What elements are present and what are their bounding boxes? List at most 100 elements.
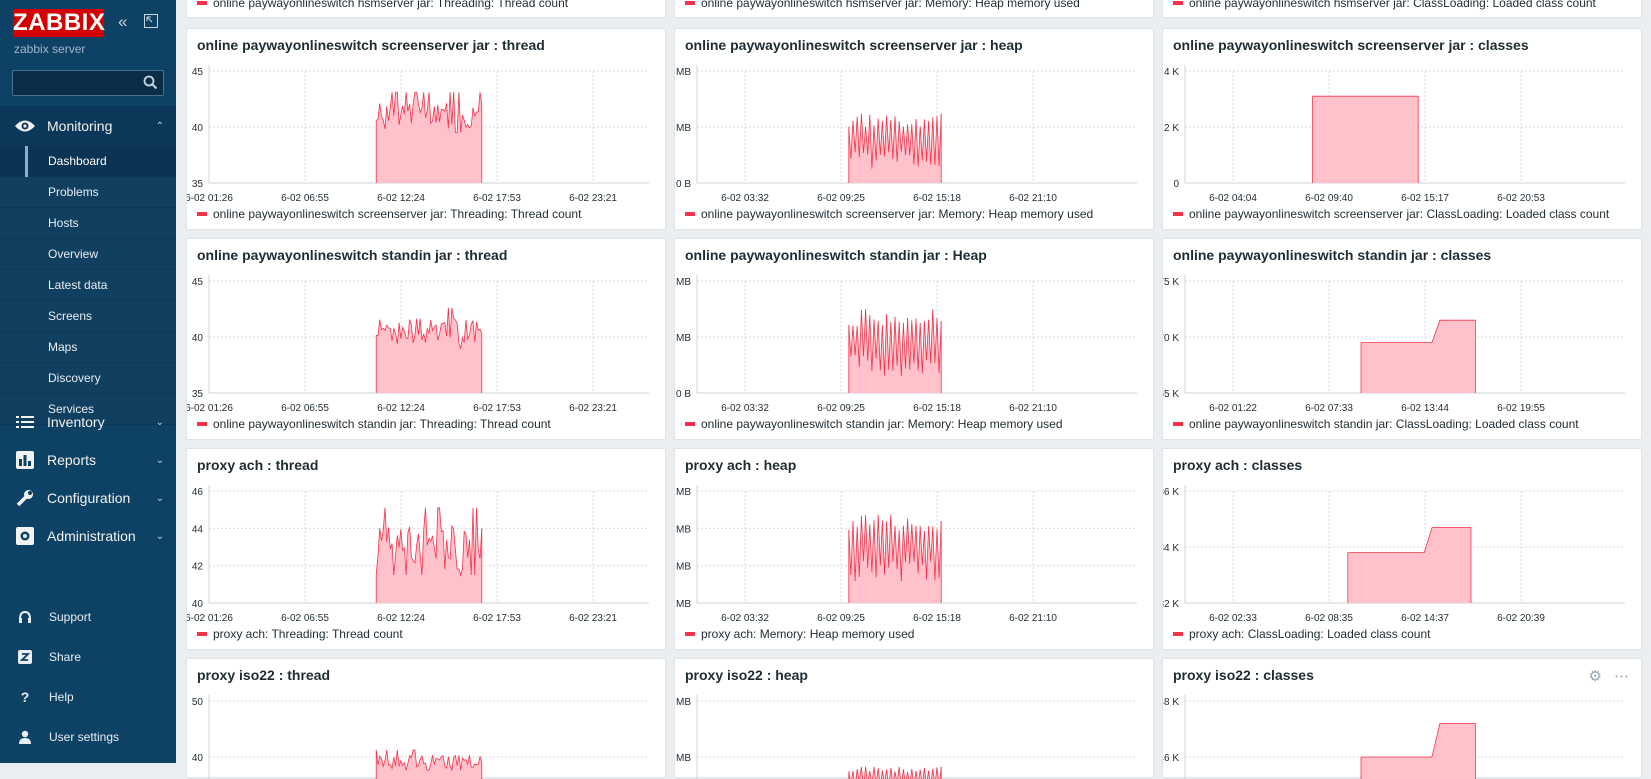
x-tick-label: 6-02 15:18 xyxy=(913,403,961,414)
graph-canvas[interactable]: 50 40 xyxy=(187,659,667,779)
x-tick-label: 6-02 17:53 xyxy=(473,193,521,204)
y-tick-label: 3.170 K xyxy=(1163,333,1179,344)
x-tick-label: 6-02 15:17 xyxy=(1401,193,1449,204)
sidebar-item-discovery[interactable]: Discovery xyxy=(0,363,176,394)
graph-widget[interactable]: proxy ach : classes3.36 K3.34 K3.32 K6-0… xyxy=(1162,448,1642,650)
x-tick-label: 6-02 15:18 xyxy=(913,613,961,624)
menu-inventory[interactable]: Inventory ⌄ xyxy=(0,402,176,442)
legend-label: online paywayonlineswitch hsmserver jar:… xyxy=(213,0,569,10)
search-field[interactable] xyxy=(12,70,164,96)
sidebar-item-maps[interactable]: Maps xyxy=(0,332,176,363)
y-tick-label: 4 K xyxy=(1164,67,1179,78)
y-tick-label: 40 xyxy=(192,333,204,344)
graph-canvas[interactable]: 46 44 42 40 6-02 01:26 6-02 06:55 6-02 12:24 6-… xyxy=(187,449,667,651)
graph-canvas[interactable]: 6.748 K 6.746 K xyxy=(1163,659,1643,779)
y-tick-label: 16 MB xyxy=(675,562,691,573)
graph-widget[interactable]: proxy iso22 : classes⚙⋯6.748 K6.746 K xyxy=(1162,658,1643,779)
graph-legend: online paywayonlineswitch standin jar: T… xyxy=(197,417,551,431)
graph-widget[interactable]: online paywayonlineswitch screenserver j… xyxy=(186,28,666,230)
link-share[interactable]: Share xyxy=(0,637,176,677)
y-tick-label: 32 MB xyxy=(675,277,691,288)
graph-canvas[interactable]: 32 MB 16 MB 0 B 6-02 03:32 6-02 09:25 6-02 15… xyxy=(675,239,1155,441)
menu-administration-label: Administration xyxy=(47,528,136,544)
graph-canvas[interactable]: 3.36 K 3.34 K 3.32 K 6-02 02:33 6-02 08:35 6-… xyxy=(1163,449,1643,651)
legend-swatch xyxy=(197,422,207,426)
graph-widget[interactable]: online paywayonlineswitch screenserver j… xyxy=(674,28,1154,230)
collapse-sidebar-icon[interactable]: « xyxy=(118,13,136,31)
sidebar-item-dashboard[interactable]: Dashboard xyxy=(0,146,176,177)
graph-canvas[interactable]: 32 MB 24 MB 16 MB 8 MB 6-02 03:32 6-02 09:25 6… xyxy=(675,449,1155,651)
graph-widget[interactable]: online paywayonlineswitch standin jar : … xyxy=(1162,238,1642,440)
y-tick-label: 3.165 K xyxy=(1163,389,1179,400)
menu-reports[interactable]: Reports ⌄ xyxy=(0,440,176,480)
menu-reports-label: Reports xyxy=(47,452,97,468)
graph-widget[interactable]: proxy iso22 : thread 50 40 xyxy=(186,658,667,779)
legend-swatch xyxy=(1173,1,1183,5)
legend-label: online paywayonlineswitch hsmserver jar:… xyxy=(701,0,1080,10)
x-tick-label: 6-02 09:25 xyxy=(817,613,865,624)
legend-label: proxy ach: Threading: Thread count xyxy=(213,627,403,641)
legend-label: online paywayonlineswitch standin jar: C… xyxy=(1189,417,1579,431)
sidebar: ZABBIX « zabbix server Monitoring ⌃ Dash… xyxy=(0,0,176,763)
link-user-settings-label: User settings xyxy=(49,730,120,744)
graph-legend: online paywayonlineswitch standin jar: M… xyxy=(685,417,1063,431)
sidebar-item-problems[interactable]: Problems xyxy=(0,177,176,208)
graph-canvas[interactable]: 4 K 2 K 0 6-02 04:04 6-02 09:40 6-02 15:17 6-0… xyxy=(1163,29,1643,231)
sidebar-item-screens[interactable]: Screens xyxy=(0,301,176,332)
search-icon[interactable] xyxy=(143,75,158,95)
graph-widget-partial[interactable]: online paywayonlineswitch hsmserver jar:… xyxy=(186,0,666,18)
link-support[interactable]: Support xyxy=(0,597,176,637)
y-tick-label: 2 K xyxy=(1164,123,1179,134)
graph-canvas[interactable]: 3.175 K 3.170 K 3.165 K 6-02 01:22 6-02 07:3… xyxy=(1163,239,1643,441)
x-tick-label: 6-02 02:33 xyxy=(1209,613,1257,624)
graph-canvas[interactable]: 64 MB 32 MB xyxy=(675,659,1155,779)
sidebar-item-overview[interactable]: Overview xyxy=(0,239,176,270)
menu-configuration[interactable]: Configuration ⌄ xyxy=(0,478,176,518)
graph-legend: proxy ach: Memory: Heap memory used xyxy=(685,627,914,641)
y-tick-label: 46 xyxy=(192,487,204,498)
monitoring-submenu: Dashboard Problems Hosts Overview Latest dat… xyxy=(0,146,176,425)
zabbix-logo[interactable]: ZABBIX xyxy=(13,9,105,37)
x-tick-label: 6-02 21:10 xyxy=(1009,403,1057,414)
graph-legend: online paywayonlineswitch standin jar: C… xyxy=(1173,417,1579,431)
x-tick-label: 6-02 15:18 xyxy=(913,193,961,204)
graph-canvas[interactable]: 32 MB 16 MB 0 B 6-02 03:32 6-02 09:25 6-02 15… xyxy=(675,29,1155,231)
x-tick-label: 6-02 14:37 xyxy=(1401,613,1449,624)
search-input[interactable] xyxy=(13,71,141,95)
graph-widget[interactable]: proxy ach : thread 46 44 42 40 6-02 01:26 6-02… xyxy=(186,448,666,650)
menu-administration[interactable]: Administration ⌄ xyxy=(0,516,176,556)
link-help[interactable]: ? Help xyxy=(0,677,176,717)
x-tick-label: 6-02 06:55 xyxy=(281,403,329,414)
legend-swatch xyxy=(685,1,695,5)
menu-monitoring-label: Monitoring xyxy=(47,118,113,134)
graph-widget[interactable]: online paywayonlineswitch screenserver j… xyxy=(1162,28,1642,230)
graph-widget-partial[interactable]: online paywayonlineswitch hsmserver jar:… xyxy=(1162,0,1642,18)
eye-icon xyxy=(13,119,37,133)
x-tick-label: 6-02 09:25 xyxy=(817,193,865,204)
sidebar-item-latest-data[interactable]: Latest data xyxy=(0,270,176,301)
graph-canvas[interactable]: 45 40 35 6-02 01:26 6-02 06:55 6-02 12:24 6-02… xyxy=(187,29,667,231)
graph-widget-partial[interactable]: online paywayonlineswitch hsmserver jar:… xyxy=(674,0,1154,18)
graph-widget[interactable]: proxy ach : heap32 MB24 MB16 MB8 MB6-02 … xyxy=(674,448,1154,650)
x-tick-label: 6-02 17:53 xyxy=(473,403,521,414)
kiosk-mode-icon[interactable] xyxy=(144,14,158,28)
graph-legend: online paywayonlineswitch hsmserver jar:… xyxy=(1173,0,1596,10)
share-icon xyxy=(15,650,35,664)
link-user-settings[interactable]: User settings xyxy=(0,717,176,757)
graph-widget[interactable]: proxy iso22 : heap64 MB32 MB xyxy=(674,658,1155,779)
menu-monitoring[interactable]: Monitoring ⌃ xyxy=(0,106,176,146)
sidebar-item-hosts[interactable]: Hosts xyxy=(0,208,176,239)
graph-widget[interactable]: online paywayonlineswitch standin jar : … xyxy=(674,238,1154,440)
x-tick-label: 6-02 12:24 xyxy=(377,193,425,204)
configuration-icon xyxy=(13,489,37,507)
y-tick-label: 0 B xyxy=(676,389,691,400)
chevron-down-icon: ⌄ xyxy=(155,416,164,428)
inventory-icon xyxy=(13,415,37,429)
administration-icon xyxy=(13,527,37,545)
x-tick-label: 6-02 01:26 xyxy=(187,613,233,624)
x-tick-label: 6-02 23:21 xyxy=(569,193,617,204)
chevron-down-icon: ⌄ xyxy=(155,454,164,466)
graph-widget[interactable]: online paywayonlineswitch standin jar : … xyxy=(186,238,666,440)
graph-canvas[interactable]: 45 40 35 6-02 01:26 6-02 06:55 6-02 12:24 6-02… xyxy=(187,239,667,441)
menu-inventory-label: Inventory xyxy=(47,414,105,430)
